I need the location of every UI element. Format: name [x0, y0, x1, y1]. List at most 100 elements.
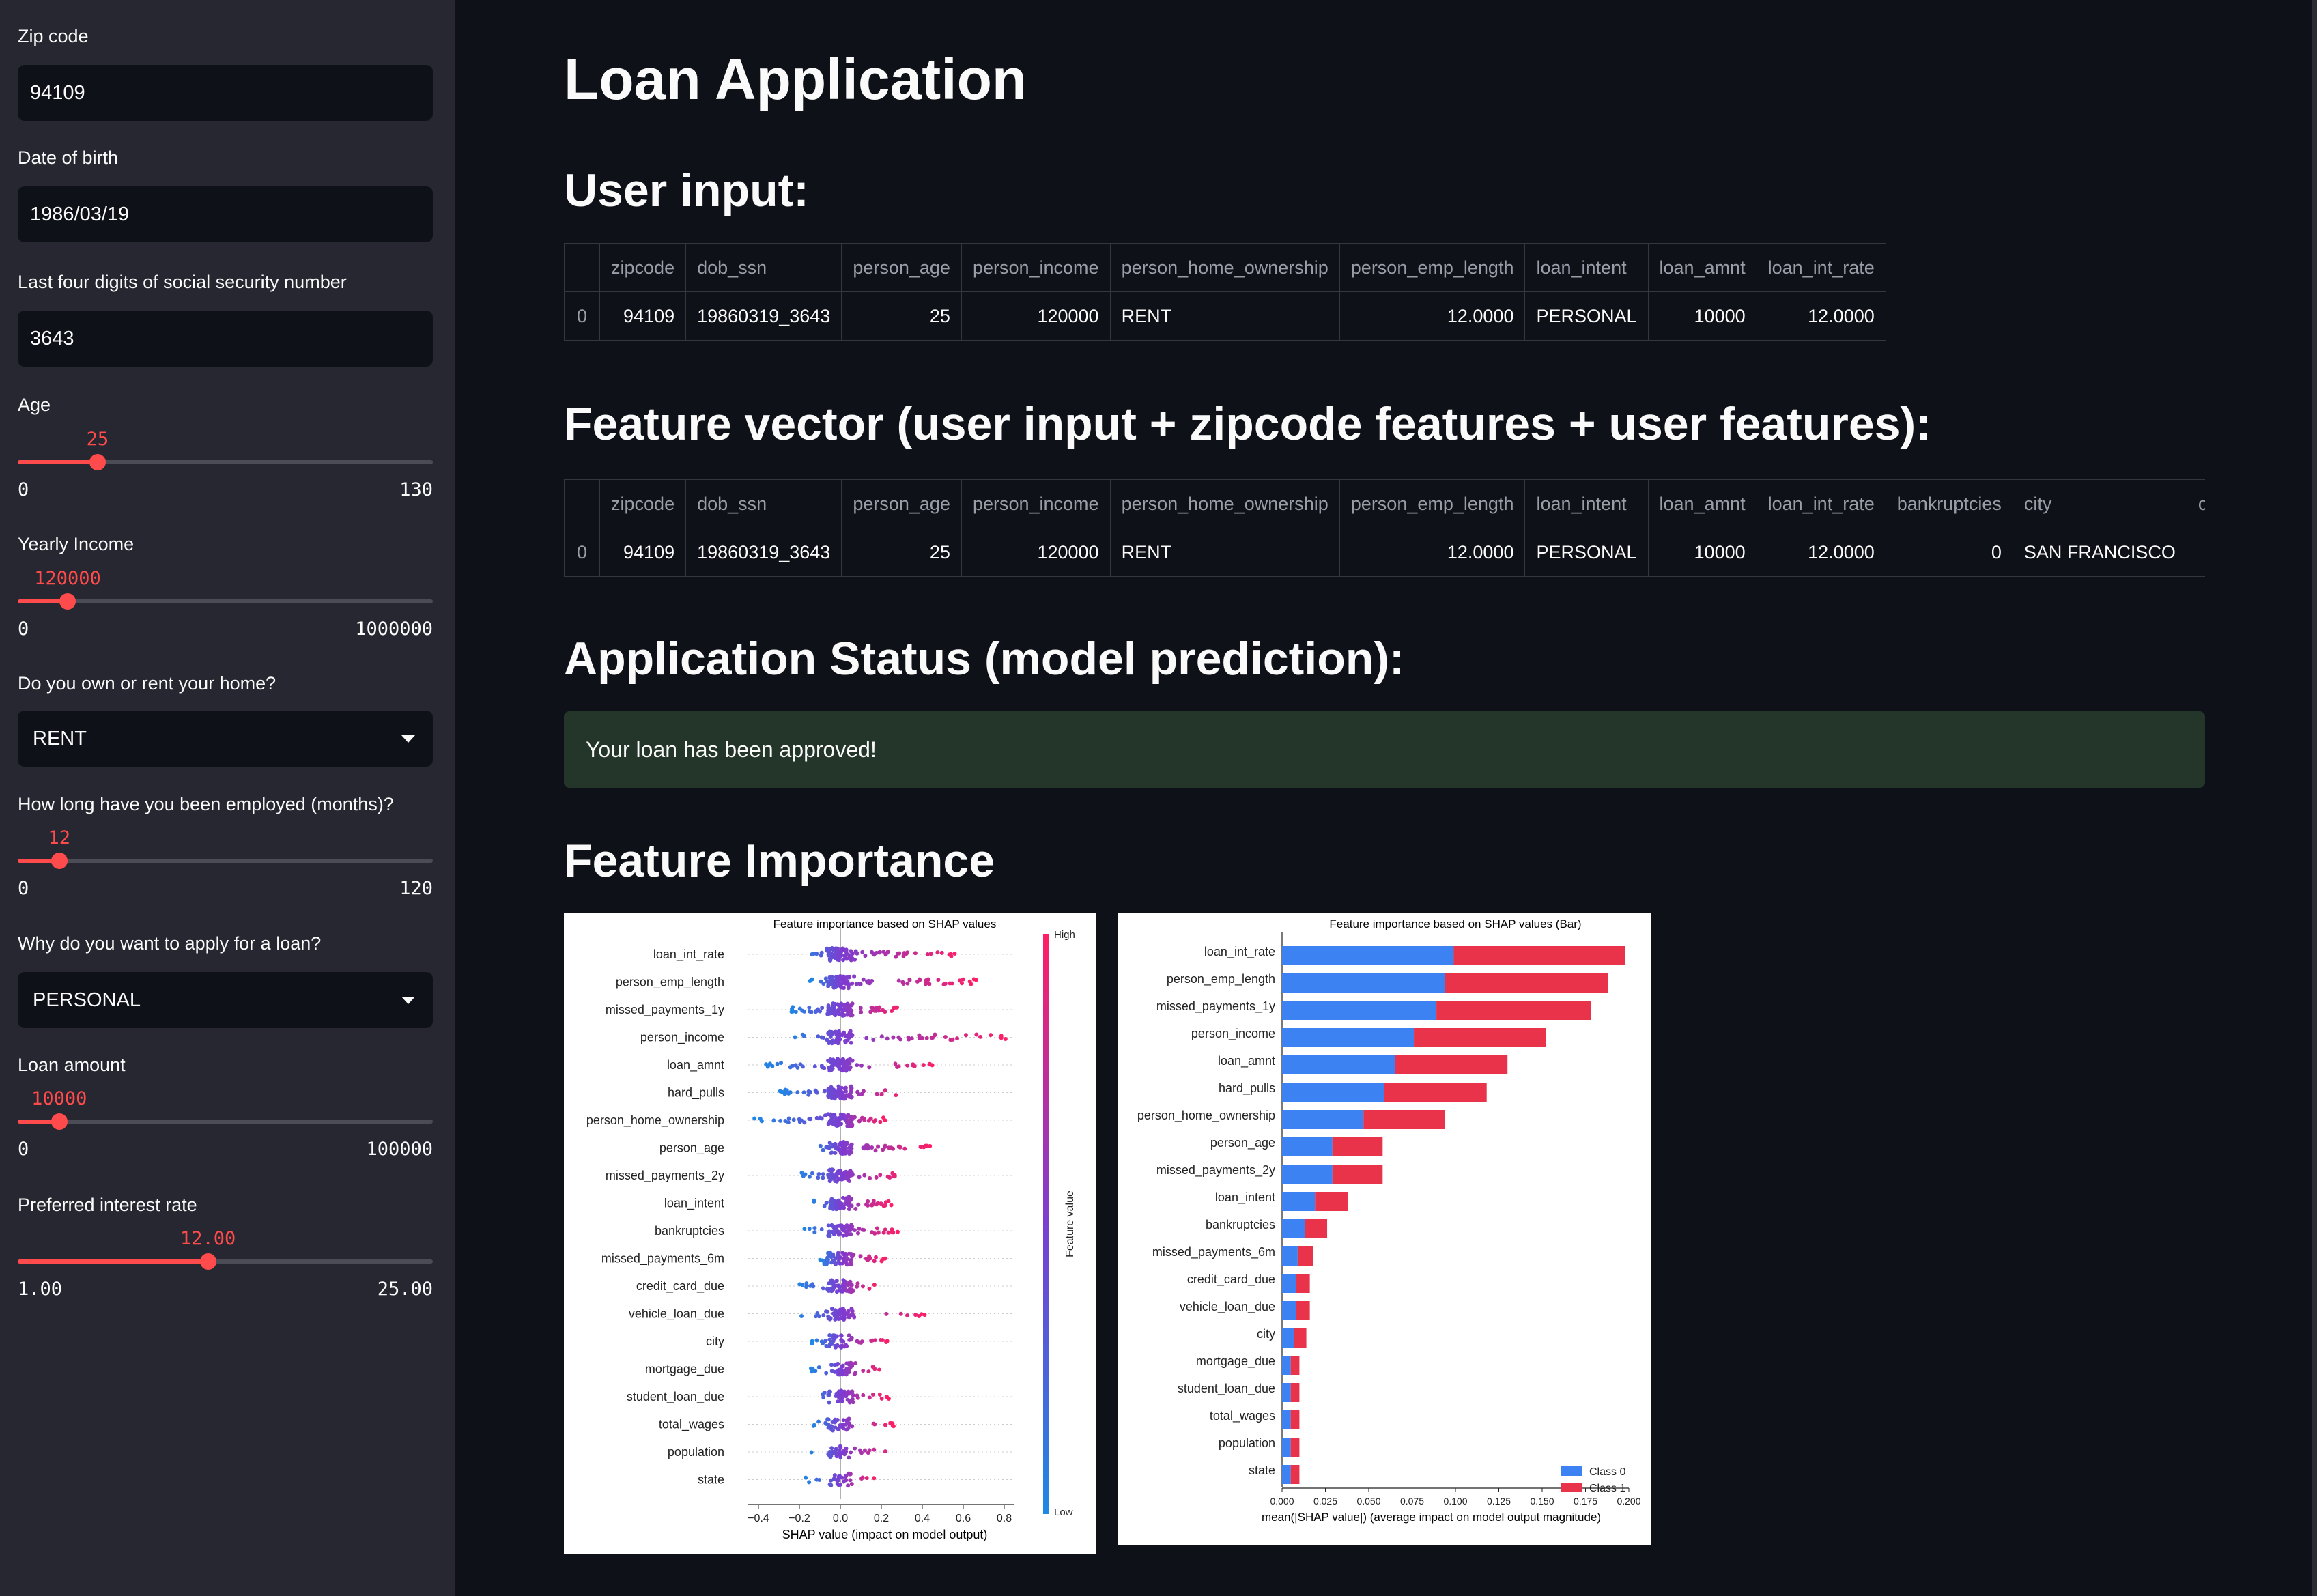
column-header[interactable]: zipcode: [599, 243, 687, 292]
column-header[interactable]: person_emp_length: [1339, 479, 1526, 528]
home-select-value: RENT: [33, 727, 87, 750]
bar-class-1: [1384, 1083, 1487, 1102]
slider-thumb[interactable]: [89, 454, 106, 470]
bar-class-0: [1282, 1246, 1298, 1266]
shap-point: [853, 1206, 858, 1211]
column-header[interactable]: zipcode: [599, 479, 687, 528]
shap-point: [872, 1476, 877, 1481]
column-header[interactable]: dob_ssn: [685, 479, 842, 528]
feature-label: missed_payments_1y: [606, 1003, 724, 1017]
intent-select[interactable]: PERSONAL: [18, 972, 433, 1028]
zip-input[interactable]: 94109: [18, 65, 433, 121]
shap-point: [843, 1422, 848, 1427]
column-header[interactable]: [564, 479, 601, 528]
slider-track[interactable]: [18, 1120, 433, 1124]
shap-point: [833, 1420, 838, 1425]
column-header[interactable]: city: [2012, 479, 2187, 528]
chevron-down-icon[interactable]: [401, 996, 415, 1004]
slider-track[interactable]: [18, 599, 433, 603]
shap-point: [844, 1372, 849, 1377]
shap-point: [846, 982, 851, 986]
feature-vector-table: zipcode dob_ssn person_age person_income per…: [564, 479, 2205, 577]
shap-point: [812, 1198, 816, 1203]
feature-label: vehicle_loan_due: [629, 1307, 724, 1322]
shap-point: [810, 1171, 814, 1175]
column-header[interactable]: loan_int_rate: [1756, 479, 1886, 528]
shap-point: [870, 1365, 875, 1369]
column-header[interactable]: person_home_ownership: [1109, 243, 1340, 292]
column-header[interactable]: person_income: [961, 479, 1111, 528]
shap-point: [878, 1173, 883, 1178]
shap-point: [840, 1451, 845, 1455]
slider-thumb[interactable]: [51, 1113, 68, 1130]
chevron-down-icon[interactable]: [401, 735, 415, 743]
ssn-input[interactable]: 3643: [18, 311, 433, 367]
slider-max: 100000: [366, 1139, 433, 1160]
shap-point: [791, 1117, 796, 1122]
slider-value: 12: [48, 827, 71, 849]
column-header[interactable]: loan_amnt: [1647, 479, 1757, 528]
column-header[interactable]: person_emp_length: [1339, 243, 1526, 292]
shap-point: [836, 1008, 841, 1012]
importance-heading: Feature Importance: [564, 835, 995, 887]
column-header[interactable]: dob_ssn: [685, 243, 842, 292]
shap-point: [866, 978, 871, 983]
shap-point: [833, 1311, 838, 1315]
shap-point: [860, 1284, 865, 1289]
shap-point: [857, 1226, 862, 1231]
interest-rate-slider[interactable]: 12.00 1.00 25.00: [18, 1228, 433, 1310]
column-header[interactable]: person_home_ownership: [1109, 479, 1340, 528]
employed-label: How long have you been employed (months)…: [18, 794, 394, 814]
slider-value: 120000: [34, 568, 101, 589]
x-tick-label: 0.000: [1270, 1496, 1294, 1507]
age-slider[interactable]: 25 0 130: [18, 429, 433, 511]
bar-class-0: [1282, 1083, 1384, 1102]
shap-point: [867, 1395, 872, 1400]
column-header[interactable]: loan_intent: [1524, 479, 1649, 528]
bar-class-0: [1282, 973, 1445, 993]
slider-thumb[interactable]: [59, 593, 76, 610]
slider-thumb[interactable]: [51, 853, 68, 869]
page-title: Loan Application: [564, 47, 1027, 111]
category-label: person_home_ownership: [1137, 1109, 1275, 1123]
shap-point: [847, 1067, 852, 1072]
shap-point: [816, 1175, 821, 1180]
shap-point: [829, 1206, 834, 1210]
shap-point: [852, 974, 857, 979]
shap-point: [827, 1029, 832, 1034]
shap-point: [927, 982, 932, 986]
scrollbar[interactable]: [2312, 0, 2317, 1596]
column-header[interactable]: loan_amnt: [1647, 243, 1757, 292]
slider-track[interactable]: [18, 859, 433, 863]
column-header[interactable]: person_age: [841, 479, 962, 528]
column-header[interactable]: bankruptcies: [1885, 479, 2013, 528]
shap-point: [826, 1112, 831, 1117]
column-header[interactable]: loan_int_rate: [1756, 243, 1886, 292]
dob-input[interactable]: 1986/03/19: [18, 186, 433, 242]
feature-vector-table-container[interactable]: zipcode dob_ssn person_age person_income per…: [564, 479, 2205, 578]
shap-point: [829, 1446, 834, 1451]
employed-slider[interactable]: 12 0 120: [18, 827, 433, 909]
shap-point: [838, 1482, 843, 1487]
column-header[interactable]: [563, 243, 601, 292]
shap-point: [826, 1058, 831, 1063]
shap-point: [812, 1226, 817, 1231]
age-label: Age: [18, 395, 51, 415]
shap-point: [847, 1010, 852, 1014]
column-header[interactable]: person_age: [841, 243, 962, 292]
shap-beeswarm-svg: Feature importance based on SHAP values l…: [586, 917, 1076, 1541]
shap-point: [778, 1089, 782, 1094]
home-select[interactable]: RENT: [18, 711, 433, 767]
column-header[interactable]: person_income: [961, 243, 1111, 292]
x-tick-label: 0.075: [1400, 1496, 1424, 1507]
column-header[interactable]: credit: [2186, 479, 2205, 528]
shap-point: [849, 1450, 853, 1455]
slider-thumb[interactable]: [199, 1253, 216, 1270]
shap-point: [819, 1035, 824, 1040]
loan-amount-slider[interactable]: 10000 0 100000: [18, 1088, 433, 1170]
column-header[interactable]: loan_intent: [1524, 243, 1649, 292]
income-slider[interactable]: 120000 0 1000000: [18, 568, 433, 650]
status-alert: Your loan has been approved!: [564, 711, 2205, 788]
legend-label-class-1: Class 1: [1589, 1483, 1625, 1494]
bar-class-1: [1332, 1137, 1383, 1156]
